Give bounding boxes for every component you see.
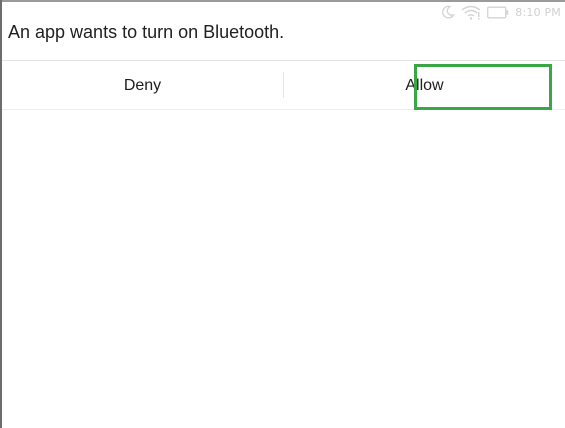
screen-frame-top [0,0,565,2]
permission-dialog-screen: 8:10 PM An app wants to turn on Bluetoot… [0,0,565,428]
allow-button[interactable]: Allow [284,61,565,110]
deny-button[interactable]: Deny [2,61,283,110]
empty-content-area [2,110,565,428]
deny-button-label: Deny [123,76,162,94]
dialog-button-row: Deny Allow [2,61,565,110]
allow-button-label: Allow [405,76,444,94]
moon-icon [441,5,456,19]
status-bar: 8:10 PM [441,3,561,21]
wifi-icon [461,5,481,20]
battery-icon [487,6,509,19]
status-time: 8:10 PM [515,5,561,19]
dialog-title: An app wants to turn on Bluetooth. [8,22,285,42]
